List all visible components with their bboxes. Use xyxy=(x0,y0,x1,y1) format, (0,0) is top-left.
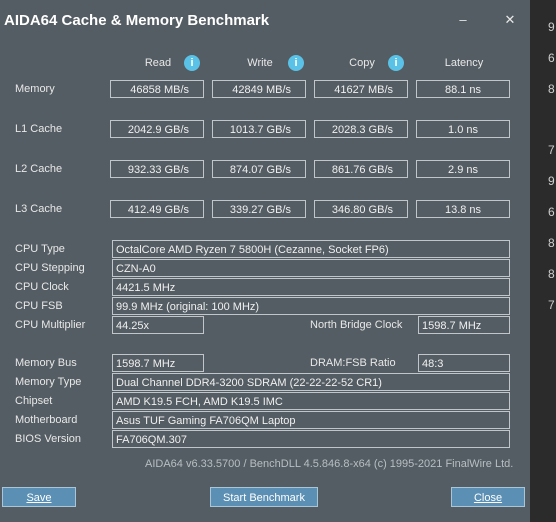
close-button[interactable]: Close xyxy=(451,487,525,507)
memory-bus-value: 1598.7 MHz xyxy=(112,354,204,372)
background-digit: 8 xyxy=(548,267,555,281)
cpu-stepping-label: CPU Stepping xyxy=(15,262,85,274)
l2-copy-value: 861.76 GB/s xyxy=(314,160,408,178)
close-button-label: Close xyxy=(473,492,503,504)
dram-fsb-ratio-value: 48:3 xyxy=(418,354,510,372)
l2-latency-value: 2.9 ns xyxy=(416,160,510,178)
motherboard-value: Asus TUF Gaming FA706QM Laptop xyxy=(112,411,510,429)
bios-version-value: FA706QM.307 xyxy=(112,430,510,448)
l1-latency-value: 1.0 ns xyxy=(416,120,510,138)
memory-row-label: Memory xyxy=(15,83,55,95)
l2-row-label: L2 Cache xyxy=(15,163,63,175)
cpu-multiplier-label: CPU Multiplier xyxy=(15,319,86,331)
window-title: AIDA64 Cache & Memory Benchmark xyxy=(4,12,270,29)
cpu-clock-label: CPU Clock xyxy=(15,281,69,293)
l3-write-value: 339.27 GB/s xyxy=(212,200,306,218)
write-info-icon[interactable]: i xyxy=(288,55,304,71)
read-info-icon[interactable]: i xyxy=(184,55,200,71)
background-digit: 9 xyxy=(548,20,555,34)
dram-fsb-ratio-label: DRAM:FSB Ratio xyxy=(310,357,396,369)
background-digit: 7 xyxy=(548,143,555,157)
memory-type-label: Memory Type xyxy=(15,376,82,388)
l1-copy-value: 2028.3 GB/s xyxy=(314,120,408,138)
background-digit: 8 xyxy=(548,82,555,96)
version-footer: AIDA64 v6.33.5700 / BenchDLL 4.5.846.8-x… xyxy=(145,458,514,470)
l2-write-value: 874.07 GB/s xyxy=(212,160,306,178)
title-bar[interactable]: AIDA64 Cache & Memory Benchmark – ✕ xyxy=(0,0,530,40)
memory-type-value: Dual Channel DDR4-3200 SDRAM (22-22-22-5… xyxy=(112,373,510,391)
memory-write-value: 42849 MB/s xyxy=(212,80,306,98)
save-button-label: Save xyxy=(26,492,52,504)
l3-latency-value: 13.8 ns xyxy=(416,200,510,218)
memory-copy-value: 41627 MB/s xyxy=(314,80,408,98)
save-button[interactable]: Save xyxy=(2,487,76,507)
benchmark-window: AIDA64 Cache & Memory Benchmark – ✕ Read… xyxy=(0,0,530,522)
l3-read-value: 412.49 GB/s xyxy=(110,200,204,218)
start-benchmark-label: Start Benchmark xyxy=(223,492,305,504)
memory-latency-value: 88.1 ns xyxy=(416,80,510,98)
l1-write-value: 1013.7 GB/s xyxy=(212,120,306,138)
l3-copy-value: 346.80 GB/s xyxy=(314,200,408,218)
l1-read-value: 2042.9 GB/s xyxy=(110,120,204,138)
nb-clock-value: 1598.7 MHz xyxy=(418,316,510,334)
nb-clock-label: North Bridge Clock xyxy=(310,319,403,331)
motherboard-label: Motherboard xyxy=(15,414,78,426)
start-benchmark-button[interactable]: Start Benchmark xyxy=(210,487,318,507)
l1-row-label: L1 Cache xyxy=(15,123,63,135)
memory-bus-label: Memory Bus xyxy=(15,357,77,369)
chipset-value: AMD K19.5 FCH, AMD K19.5 IMC xyxy=(112,392,510,410)
cpu-clock-value: 4421.5 MHz xyxy=(112,278,510,296)
l3-row-label: L3 Cache xyxy=(15,203,63,215)
cpu-fsb-value: 99.9 MHz (original: 100 MHz) xyxy=(112,297,510,315)
chipset-label: Chipset xyxy=(15,395,53,407)
cpu-fsb-label: CPU FSB xyxy=(15,300,63,312)
l2-read-value: 932.33 GB/s xyxy=(110,160,204,178)
background-digit: 6 xyxy=(548,51,555,65)
copy-info-icon[interactable]: i xyxy=(388,55,404,71)
bios-version-label: BIOS Version xyxy=(15,433,82,445)
background-digit: 9 xyxy=(548,174,555,188)
background-digit: 8 xyxy=(548,236,555,250)
latency-header: Latency xyxy=(444,57,484,69)
cpu-type-label: CPU Type xyxy=(15,243,65,255)
close-window-icon[interactable]: ✕ xyxy=(498,10,522,30)
cpu-type-value: OctalCore AMD Ryzen 7 5800H (Cezanne, So… xyxy=(112,240,510,258)
background-digit: 7 xyxy=(548,298,555,312)
background-digit: 6 xyxy=(548,205,555,219)
cpu-multiplier-value: 44.25x xyxy=(112,316,204,334)
memory-read-value: 46858 MB/s xyxy=(110,80,204,98)
cpu-stepping-value: CZN-A0 xyxy=(112,259,510,277)
minimize-icon[interactable]: – xyxy=(451,10,475,30)
